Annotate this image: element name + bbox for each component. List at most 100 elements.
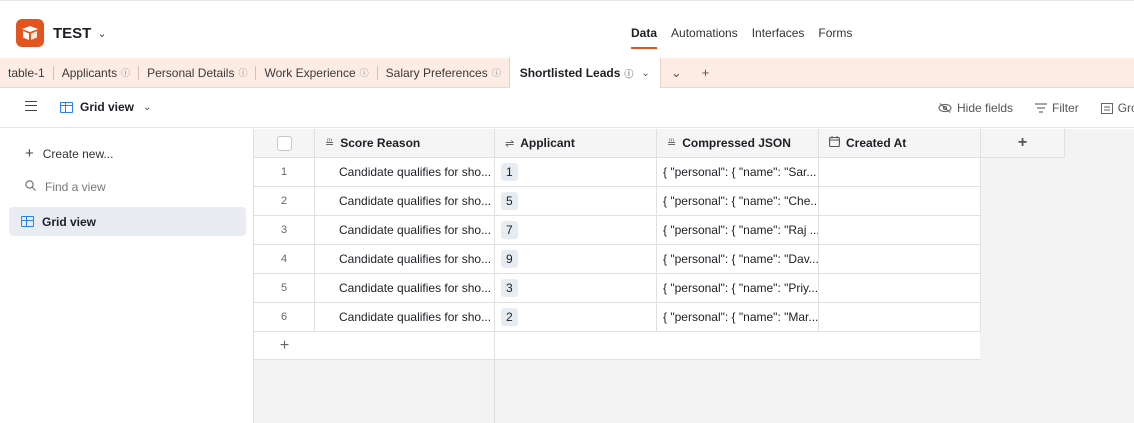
row-number: 4 [254, 245, 315, 274]
table-tabs: table-1 Applicants ⓘ Personal Details ⓘ … [0, 57, 1134, 89]
all-tables-chevron-icon[interactable]: ⌄ [661, 65, 692, 81]
long-text-icon: ≞ [325, 137, 335, 150]
created-at-cell[interactable] [819, 245, 981, 274]
filter-icon [1035, 103, 1048, 113]
tab-label: Work Experience [264, 65, 356, 80]
tab-label: Salary Preferences [385, 65, 488, 80]
base-logo-icon[interactable] [16, 19, 44, 47]
column-title: Compressed JSON [682, 136, 791, 150]
nav-forms[interactable]: Forms [818, 26, 852, 40]
linked-record-chip[interactable]: 9 [501, 250, 518, 268]
base-name: TEST [53, 25, 92, 42]
sidebar-view-label: Grid view [42, 214, 97, 229]
chevron-down-icon[interactable]: ⌄ [641, 68, 649, 79]
applicant-cell[interactable]: 1 [495, 158, 657, 187]
score-reason-cell[interactable]: Candidate qualifies for sho... [315, 187, 495, 216]
row-number: 2 [254, 187, 315, 216]
table-row[interactable]: 3 Candidate qualifies for sho... 7 { "pe… [254, 216, 981, 245]
row-number: 5 [254, 274, 315, 303]
json-cell[interactable]: { "personal": { "name": "Priy... [657, 274, 819, 303]
table-row[interactable]: 2 Candidate qualifies for sho... 5 { "pe… [254, 187, 981, 216]
created-at-cell[interactable] [819, 303, 981, 332]
json-cell[interactable]: { "personal": { "name": "Mar... [657, 303, 819, 332]
add-record-icon[interactable]: + [254, 332, 315, 359]
created-at-cell[interactable] [819, 274, 981, 303]
info-icon: ⓘ [624, 68, 634, 79]
tab-label: Applicants [61, 65, 118, 80]
nav-interfaces[interactable]: Interfaces [752, 26, 805, 40]
create-new-label: Create new... [42, 146, 114, 161]
select-all-checkbox[interactable] [276, 135, 292, 151]
search-icon [25, 180, 36, 194]
created-at-cell[interactable] [819, 216, 981, 245]
linked-record-chip[interactable]: 2 [501, 308, 518, 326]
table-row[interactable]: 6 Candidate qualifies for sho... 2 { "pe… [254, 303, 981, 332]
add-field-button[interactable]: + [981, 129, 1065, 158]
info-icon: ⓘ [359, 68, 369, 78]
tab-shortlisted-leads[interactable]: Shortlisted Leads ⓘ ⌄ [508, 57, 661, 89]
table-row[interactable]: 4 Candidate qualifies for sho... 9 { "pe… [254, 245, 981, 274]
view-switcher[interactable]: Grid view ⌄ [60, 100, 151, 114]
add-table-icon[interactable]: + [692, 65, 720, 80]
score-reason-cell[interactable]: Candidate qualifies for sho... [315, 274, 495, 303]
tab-personal-details[interactable]: Personal Details ⓘ [139, 58, 255, 88]
top-header: TEST ⌄ Data Automations Interfaces Forms [0, 0, 1134, 58]
column-header-score-reason[interactable]: ≞ Score Reason [315, 129, 495, 158]
created-at-cell[interactable] [819, 187, 981, 216]
plus-icon: + [25, 145, 34, 162]
tab-work-experience[interactable]: Work Experience ⓘ [256, 58, 376, 88]
group-button[interactable]: Gro [1100, 101, 1134, 115]
create-new-view-button[interactable]: + Create new... [25, 145, 113, 162]
column-header-compressed-json[interactable]: ≞ Compressed JSON [657, 129, 819, 158]
tab-table-1[interactable]: table-1 [0, 58, 53, 88]
calendar-icon [829, 136, 840, 150]
applicant-cell[interactable]: 9 [495, 245, 657, 274]
column-header-applicant[interactable]: ⇌ Applicant [495, 129, 657, 158]
frozen-column-divider [494, 360, 495, 423]
filter-button[interactable]: Filter [1035, 101, 1079, 115]
table-row[interactable]: 5 Candidate qualifies for sho... 3 { "pe… [254, 274, 981, 303]
score-reason-cell[interactable]: Candidate qualifies for sho... [315, 245, 495, 274]
json-cell[interactable]: { "personal": { "name": "Sar... [657, 158, 819, 187]
score-reason-cell[interactable]: Candidate qualifies for sho... [315, 158, 495, 187]
hide-fields-button[interactable]: Hide fields [938, 101, 1013, 115]
chevron-down-icon: ⌄ [143, 101, 152, 113]
group-label: Gro [1117, 101, 1134, 115]
long-text-icon: ≞ [667, 137, 677, 150]
applicant-cell[interactable]: 3 [495, 274, 657, 303]
grid-header-row: ≞ Score Reason ⇌ Applicant ≞ Compressed … [254, 129, 1065, 158]
info-icon: ⓘ [491, 68, 501, 78]
linked-record-chip[interactable]: 3 [501, 279, 518, 297]
add-row-spacer [315, 332, 495, 359]
applicant-cell[interactable]: 5 [495, 187, 657, 216]
linked-record-chip[interactable]: 1 [501, 163, 518, 181]
chevron-down-icon: ⌄ [97, 28, 107, 40]
table-row[interactable]: 1 Candidate qualifies for sho... 1 { "pe… [254, 158, 981, 187]
base-name-menu[interactable]: TEST ⌄ [53, 25, 107, 42]
tab-label: table-1 [8, 65, 45, 80]
score-reason-cell[interactable]: Candidate qualifies for sho... [315, 216, 495, 245]
linked-record-icon: ⇌ [505, 137, 515, 150]
column-title: Created At [846, 136, 907, 150]
linked-record-chip[interactable]: 5 [501, 192, 518, 210]
applicant-cell[interactable]: 2 [495, 303, 657, 332]
json-cell[interactable]: { "personal": { "name": "Che... [657, 187, 819, 216]
tab-applicants[interactable]: Applicants ⓘ [54, 58, 138, 88]
find-view-input[interactable]: Find a view [25, 180, 106, 194]
hamburger-menu-icon[interactable] [25, 101, 37, 111]
json-cell[interactable]: { "personal": { "name": "Dav... [657, 245, 819, 274]
linked-record-chip[interactable]: 7 [501, 221, 518, 239]
nav-data[interactable]: Data [631, 26, 658, 49]
score-reason-cell[interactable]: Candidate qualifies for sho... [315, 303, 495, 332]
nav-automations[interactable]: Automations [671, 26, 738, 40]
info-icon: ⓘ [121, 68, 131, 78]
add-record-row[interactable]: + [254, 332, 980, 360]
hide-fields-label: Hide fields [957, 101, 1014, 115]
sidebar-item-grid-view[interactable]: Grid view [9, 207, 246, 236]
applicant-cell[interactable]: 7 [495, 216, 657, 245]
created-at-cell[interactable] [819, 158, 981, 187]
tab-salary-preferences[interactable]: Salary Preferences ⓘ [378, 58, 509, 88]
json-cell[interactable]: { "personal": { "name": "Raj ... [657, 216, 819, 245]
column-header-created-at[interactable]: Created At [819, 129, 981, 158]
eye-slash-icon [938, 103, 952, 113]
